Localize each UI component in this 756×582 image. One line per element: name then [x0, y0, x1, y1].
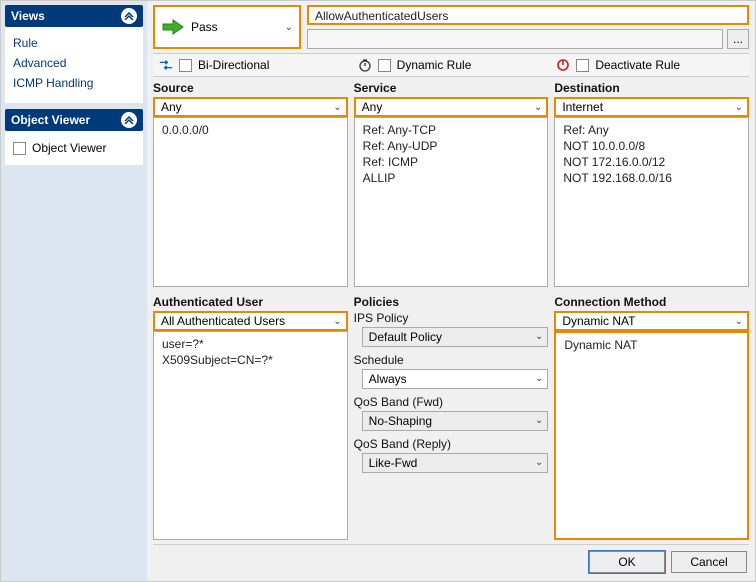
ellipsis-button[interactable]: ...: [727, 29, 749, 49]
list-item[interactable]: Ref: Any-UDP: [363, 138, 540, 154]
source-select[interactable]: Any⌄: [153, 97, 348, 117]
dynamic-checkbox[interactable]: [378, 59, 391, 72]
power-icon: [556, 58, 570, 72]
list-item[interactable]: NOT 192.168.0.0/16: [563, 170, 740, 186]
list-item[interactable]: 0.0.0.0/0: [162, 122, 339, 138]
auth-user-label: Authenticated User: [153, 293, 348, 311]
ips-select[interactable]: Default Policy⌄: [362, 327, 549, 347]
sidebar: Views Rule Advanced ICMP Handling Object…: [1, 1, 147, 581]
chevron-up-icon[interactable]: [121, 112, 137, 128]
chevron-down-icon: ⌄: [735, 102, 743, 113]
sidebar-item-icmp[interactable]: ICMP Handling: [13, 73, 135, 93]
stopwatch-icon: [358, 58, 372, 72]
cancel-button[interactable]: Cancel: [671, 551, 747, 573]
sidebar-item-advanced[interactable]: Advanced: [13, 53, 135, 73]
chevron-down-icon: ⌄: [535, 373, 543, 384]
schedule-select[interactable]: Always⌄: [362, 369, 549, 389]
list-item[interactable]: Ref: ICMP: [363, 154, 540, 170]
rule-name-input[interactable]: AllowAuthenticatedUsers: [307, 5, 749, 25]
qos-fwd-label: QoS Band (Fwd): [354, 395, 549, 411]
qos-reply-label: QoS Band (Reply): [354, 437, 549, 453]
bidir-label: Bi-Directional: [198, 58, 269, 72]
chevron-down-icon: ⌄: [285, 22, 293, 33]
list-item[interactable]: X509Subject=CN=?*: [162, 352, 339, 368]
chevron-down-icon: ⌄: [735, 316, 743, 327]
source-list[interactable]: 0.0.0.0/0: [153, 117, 348, 287]
ok-button[interactable]: OK: [589, 551, 665, 573]
chevron-down-icon: ⌄: [333, 102, 341, 113]
sidebar-item-rule[interactable]: Rule: [13, 33, 135, 53]
flags-row: Bi-Directional Dynamic Rule Deactivate R…: [153, 53, 749, 77]
chevron-down-icon: ⌄: [535, 415, 543, 426]
list-item[interactable]: Dynamic NAT: [564, 337, 739, 353]
destination-list[interactable]: Ref: Any NOT 10.0.0.0/8 NOT 172.16.0.0/1…: [554, 117, 749, 287]
list-item[interactable]: NOT 10.0.0.0/8: [563, 138, 740, 154]
source-label: Source: [153, 79, 348, 97]
deactivate-checkbox[interactable]: [576, 59, 589, 72]
main: Pass ⌄ AllowAuthenticatedUsers ... Bi-Di…: [147, 1, 755, 581]
chevron-down-icon: ⌄: [534, 102, 542, 113]
description-input[interactable]: [307, 29, 723, 49]
chevron-down-icon: ⌄: [535, 457, 543, 468]
policies-label: Policies: [354, 293, 549, 311]
destination-select[interactable]: Internet⌄: [554, 97, 749, 117]
list-item[interactable]: ALLIP: [363, 170, 540, 186]
auth-user-column: Authenticated User All Authenticated Use…: [153, 293, 348, 540]
conn-method-label: Connection Method: [554, 293, 749, 311]
destination-column: Destination Internet⌄ Ref: Any NOT 10.0.…: [554, 79, 749, 287]
views-title: Views: [11, 9, 45, 23]
policies-column: Policies IPS Policy Default Policy⌄ Sche…: [354, 293, 549, 540]
source-column: Source Any⌄ 0.0.0.0/0: [153, 79, 348, 287]
dynamic-label: Dynamic Rule: [397, 58, 472, 72]
views-header[interactable]: Views: [5, 5, 143, 27]
chevron-up-icon[interactable]: [121, 8, 137, 24]
object-viewer-title: Object Viewer: [11, 113, 90, 127]
chevron-down-icon: ⌄: [333, 316, 341, 327]
list-item[interactable]: user=?*: [162, 336, 339, 352]
conn-method-list[interactable]: Dynamic NAT: [554, 331, 749, 540]
service-label: Service: [354, 79, 549, 97]
object-viewer-checkbox[interactable]: [13, 142, 26, 155]
bidir-checkbox[interactable]: [179, 59, 192, 72]
qos-fwd-select[interactable]: No-Shaping⌄: [362, 411, 549, 431]
qos-reply-select[interactable]: Like-Fwd⌄: [362, 453, 549, 473]
list-item[interactable]: Ref: Any-TCP: [363, 122, 540, 138]
object-viewer-body: Object Viewer: [5, 131, 143, 165]
deactivate-label: Deactivate Rule: [595, 58, 680, 72]
action-select[interactable]: Pass ⌄: [153, 5, 301, 49]
bidirectional-icon: [159, 58, 173, 72]
destination-label: Destination: [554, 79, 749, 97]
action-label: Pass: [191, 20, 218, 34]
object-viewer-header[interactable]: Object Viewer: [5, 109, 143, 131]
dialog-buttons: OK Cancel: [153, 544, 749, 575]
auth-user-list[interactable]: user=?* X509Subject=CN=?*: [153, 331, 348, 540]
conn-method-select[interactable]: Dynamic NAT⌄: [554, 311, 749, 331]
pass-arrow-icon: [161, 18, 185, 36]
service-column: Service Any⌄ Ref: Any-TCP Ref: Any-UDP R…: [354, 79, 549, 287]
schedule-label: Schedule: [354, 353, 549, 369]
object-viewer-label: Object Viewer: [32, 141, 106, 155]
ips-label: IPS Policy: [354, 311, 549, 327]
conn-method-column: Connection Method Dynamic NAT⌄ Dynamic N…: [554, 293, 749, 540]
views-body: Rule Advanced ICMP Handling: [5, 27, 143, 103]
service-select[interactable]: Any⌄: [354, 97, 549, 117]
chevron-down-icon: ⌄: [535, 331, 543, 342]
list-item[interactable]: Ref: Any: [563, 122, 740, 138]
auth-user-select[interactable]: All Authenticated Users⌄: [153, 311, 348, 331]
service-list[interactable]: Ref: Any-TCP Ref: Any-UDP Ref: ICMP ALLI…: [354, 117, 549, 287]
list-item[interactable]: NOT 172.16.0.0/12: [563, 154, 740, 170]
